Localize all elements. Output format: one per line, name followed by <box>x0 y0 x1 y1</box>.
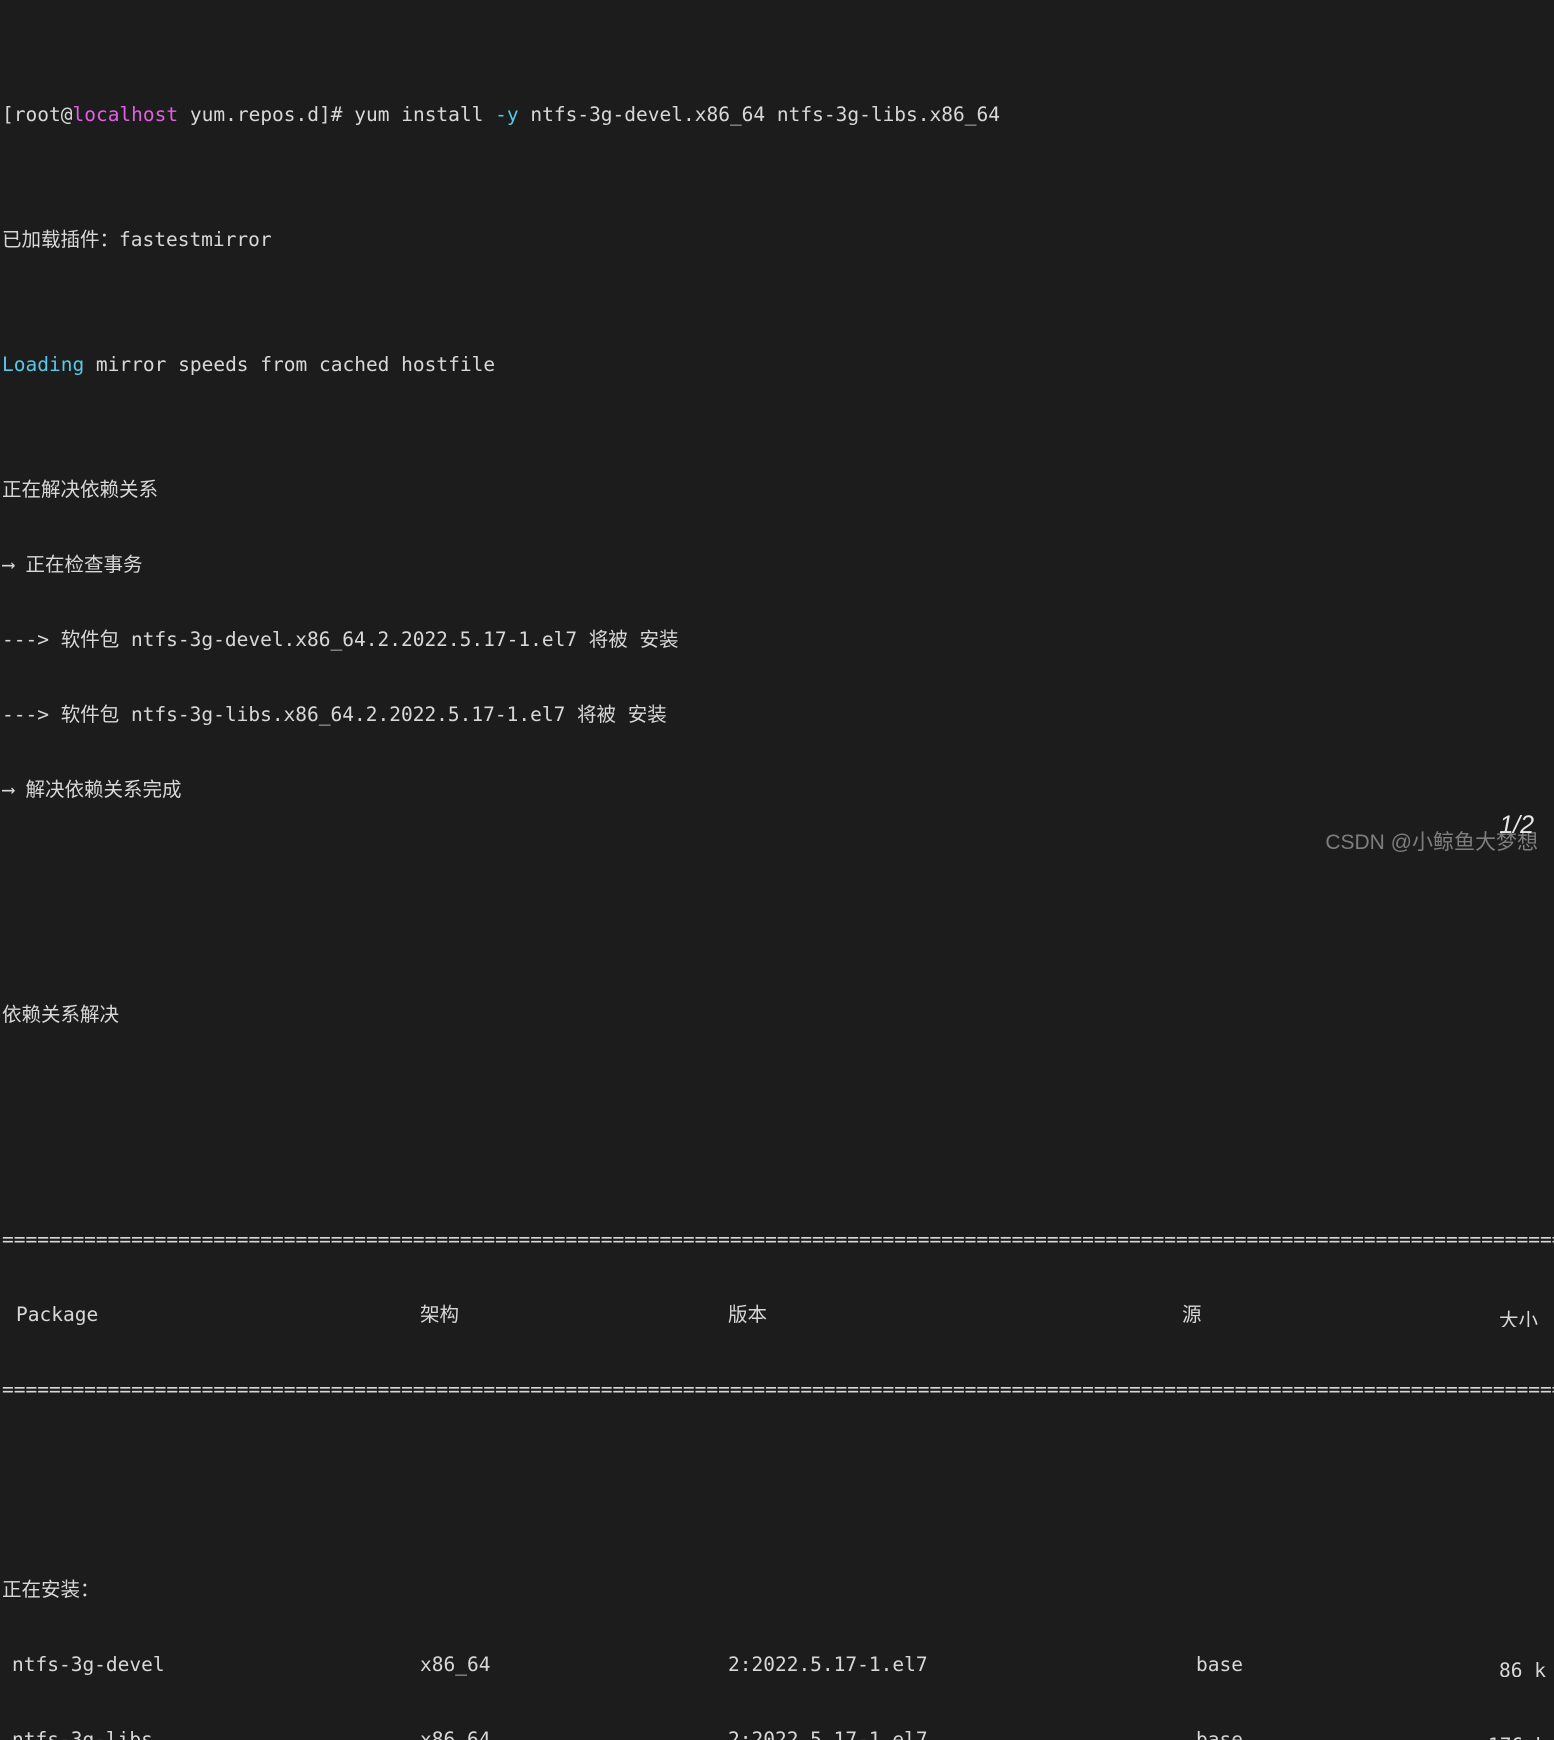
loading-keyword: Loading <box>2 353 85 376</box>
table-header-arch: 架构 <box>420 1303 460 1326</box>
row-size: 86 k <box>1499 1659 1546 1677</box>
resolving-deps-line: 正在解决依赖关系 <box>2 478 159 501</box>
row-version: 2:2022.5.17-1.el7 <box>728 1653 928 1676</box>
loading-mirrors-line: Loading mirror speeds from cached hostfi… <box>2 352 1554 377</box>
row-repo: base <box>1196 1653 1243 1676</box>
table-row: ntfs-3g-libs x86_64 2:2022.5.17-1.el7 base 1… <box>2 1727 1554 1740</box>
prompt-user: root <box>13 103 61 126</box>
table-header-size: 大小 <box>1498 1309 1538 1327</box>
row-size: 176 k <box>1488 1733 1547 1740</box>
row-package: ntfs-3g-devel <box>12 1653 165 1676</box>
prompt-line: [root@localhost yum.repos.d]# yum instal… <box>2 102 1554 127</box>
row-arch: x86_64 <box>420 1653 491 1676</box>
prompt-path: yum.repos.d <box>178 103 320 126</box>
prompt-bracket-close: ]# <box>319 103 343 126</box>
table-header-package: Package <box>16 1303 99 1326</box>
installing-section-label: 正在安装： <box>2 1578 100 1601</box>
prompt-bracket-open: [ <box>2 103 14 126</box>
command-args: ntfs-3g-devel.x86_64 ntfs-3g-libs.x86_64 <box>518 103 1000 126</box>
loaded-plugins-line: 已加载插件：fastestmirror <box>2 228 272 251</box>
row-arch: x86_64 <box>420 1728 491 1740</box>
row-version: 2:2022.5.17-1.el7 <box>728 1728 928 1740</box>
table-header-version: 版本 <box>728 1303 768 1326</box>
row-package: ntfs-3g-libs <box>12 1728 153 1740</box>
loading-rest: mirror speeds from cached hostfile <box>84 353 496 376</box>
prompt-host: localhost <box>72 103 179 126</box>
table-row: ntfs-3g-devel x86_64 2:2022.5.17-1.el7 base… <box>2 1652 1554 1677</box>
table-header-repo: 源 <box>1182 1303 1202 1326</box>
table-separator-bottom: ========================================… <box>2 1378 1554 1401</box>
table-separator-top: ========================================… <box>2 1228 1554 1251</box>
deps-resolved-done-line: ⟶ 解决依赖关系完成 <box>2 778 182 801</box>
table-header-row: Package 架构 版本 源 大小 <box>2 1302 1554 1327</box>
command-flag: -y <box>495 103 519 126</box>
checking-transaction-line: ⟶ 正在检查事务 <box>2 553 143 576</box>
pkg-libs-install-line: ---> 软件包 ntfs-3g-libs.x86_64.2.2022.5.17… <box>2 703 667 726</box>
pkg-devel-install-line: ---> 软件包 ntfs-3g-devel.x86_64.2.2022.5.1… <box>2 628 679 651</box>
row-repo: base <box>1196 1728 1243 1740</box>
terminal-output[interactable]: [root@localhost yum.repos.d]# yum instal… <box>0 0 1554 1740</box>
deps-resolved-heading: 依赖关系解决 <box>2 1003 120 1026</box>
command-pre: yum install <box>342 103 496 126</box>
prompt-at: @ <box>60 103 73 126</box>
